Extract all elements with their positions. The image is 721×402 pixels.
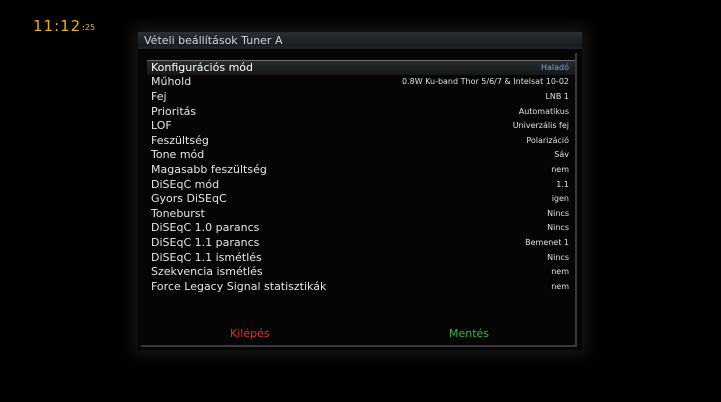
setting-row[interactable]: Konfigurációs mód Haladó (147, 60, 575, 75)
setting-row[interactable]: Műhold 0.8W Ku-band Thor 5/6/7 & Intelsat… (147, 75, 575, 90)
setting-value[interactable]: nem (551, 267, 575, 276)
setting-label: Feszültség (151, 133, 209, 147)
setting-row[interactable]: Gyors DiSEqC igen (147, 191, 575, 206)
clock: 11:12:25 (33, 17, 95, 35)
setting-value[interactable]: Sáv (554, 150, 575, 159)
tuner-settings-window: Vételi beállítások Tuner A Konfigurációs… (138, 32, 582, 350)
setting-row[interactable]: Force Legacy Signal statisztikák nem (147, 279, 575, 294)
setting-value[interactable]: Univerzális fej (513, 121, 575, 130)
setting-value[interactable]: Haladó (541, 63, 575, 72)
setting-label: Szekvencia ismétlés (151, 265, 263, 279)
clock-time: 11:12 (33, 17, 82, 35)
settings-panel: Konfigurációs mód Haladó Műhold 0.8W Ku-ban… (141, 53, 577, 347)
setting-row[interactable]: Magasabb feszültség nem (147, 162, 575, 177)
clock-seconds: :25 (82, 23, 96, 32)
setting-value[interactable]: Bemenet 1 (525, 238, 575, 247)
setting-label: Magasabb feszültség (151, 162, 267, 176)
setting-label: DiSEqC 1.1 parancs (151, 235, 260, 249)
setting-label: Toneburst (151, 206, 205, 220)
setting-row[interactable]: Szekvencia ismétlés nem (147, 264, 575, 279)
setting-label: Gyors DiSEqC (151, 192, 227, 206)
setting-row[interactable]: DiSEqC 1.0 parancs Nincs (147, 221, 575, 236)
setting-row[interactable]: Feszültség Polarizáció (147, 133, 575, 148)
setting-value[interactable]: 0.8W Ku-band Thor 5/6/7 & Intelsat 10-02 (402, 77, 575, 86)
setting-value[interactable]: 1.1 (556, 180, 575, 189)
settings-list: Konfigurációs mód Haladó Műhold 0.8W Ku-ban… (147, 60, 575, 294)
setting-value[interactable]: igen (552, 194, 575, 203)
setting-label: LOF (151, 119, 172, 133)
setting-row[interactable]: LOF Univerzális fej (147, 118, 575, 133)
setting-row[interactable]: Toneburst Nincs (147, 206, 575, 221)
save-button[interactable]: Mentés (449, 327, 489, 340)
setting-value[interactable]: Polarizáció (526, 136, 575, 145)
setting-value[interactable]: Nincs (547, 223, 575, 232)
setting-value[interactable]: Nincs (547, 209, 575, 218)
setting-label: DiSEqC 1.1 ismétlés (151, 250, 262, 264)
setting-row[interactable]: DiSEqC 1.1 parancs Bemenet 1 (147, 235, 575, 250)
setting-value[interactable]: LNB 1 (545, 92, 575, 101)
setting-row[interactable]: DiSEqC mód 1.1 (147, 177, 575, 192)
setting-label: Prioritás (151, 104, 197, 118)
setting-row[interactable]: Tone mód Sáv (147, 148, 575, 163)
setting-row[interactable]: DiSEqC 1.1 ismétlés Nincs (147, 250, 575, 265)
setting-label: DiSEqC 1.0 parancs (151, 221, 260, 235)
title-divider (138, 46, 582, 49)
setting-value[interactable]: Automatikus (519, 107, 575, 116)
setting-label: DiSEqC mód (151, 177, 220, 191)
setting-label: Műhold (151, 75, 192, 89)
exit-button[interactable]: Kilépés (230, 327, 270, 340)
setting-value[interactable]: nem (551, 165, 575, 174)
setting-label: Fej (151, 89, 167, 103)
setting-label: Tone mód (151, 148, 205, 162)
setting-value[interactable]: Nincs (547, 253, 575, 262)
setting-value[interactable]: nem (551, 282, 575, 291)
setting-label: Konfigurációs mód (151, 60, 254, 74)
setting-label: Force Legacy Signal statisztikák (151, 279, 327, 293)
setting-row[interactable]: Fej LNB 1 (147, 89, 575, 104)
title-bar: Vételi beállítások Tuner A (138, 32, 582, 49)
setting-row[interactable]: Prioritás Automatikus (147, 104, 575, 119)
